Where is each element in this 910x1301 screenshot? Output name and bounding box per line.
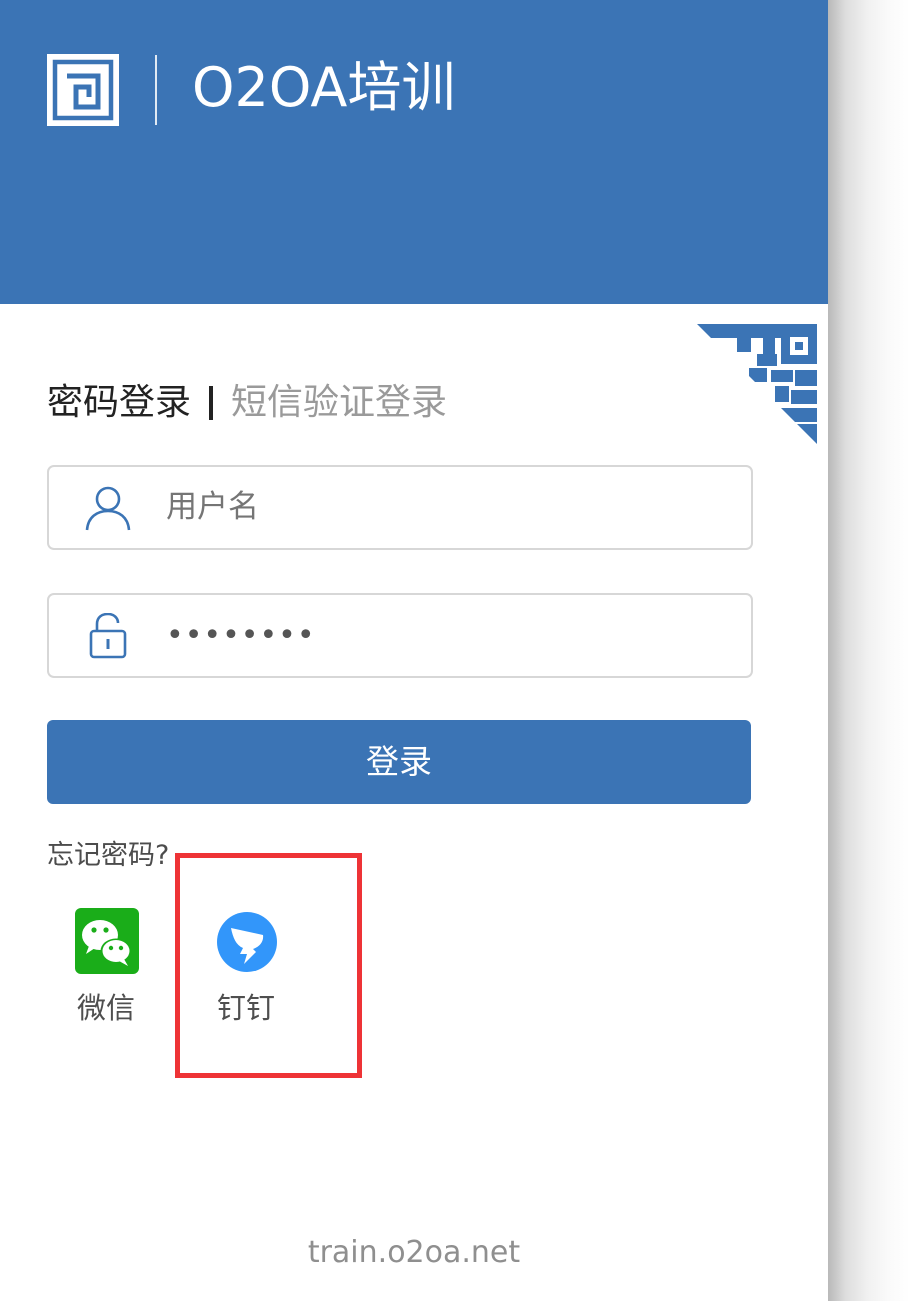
app-title: O2OA培训 <box>192 56 456 119</box>
username-input[interactable] <box>166 467 726 548</box>
username-field[interactable] <box>47 465 753 550</box>
login-button[interactable]: 登录 <box>47 720 751 804</box>
qr-code-corner-icon[interactable] <box>697 324 817 444</box>
wechat-label: 微信 <box>76 991 135 1025</box>
header-divider <box>155 55 157 125</box>
tab-separator <box>209 386 214 420</box>
password-input[interactable]: •••••••• <box>166 595 726 676</box>
tab-password-login[interactable]: 密码登录 <box>47 377 191 429</box>
o2oa-logo-icon <box>47 54 119 126</box>
tab-sms-login[interactable]: 短信验证登录 <box>231 377 447 429</box>
highlight-box <box>175 853 362 1078</box>
login-tabs: 密码登录 短信验证登录 <box>47 376 447 428</box>
login-page: O2OA培训 密码登录 短信验证登录 用户名 •••••••• 登录 忘记密码?… <box>0 0 910 1301</box>
wechat-icon <box>75 908 139 974</box>
lock-icon <box>89 613 127 659</box>
wechat-login-button[interactable]: 微信 <box>46 908 166 1028</box>
forgot-password-link[interactable]: 忘记密码? <box>47 834 169 878</box>
login-panel: O2OA培训 密码登录 短信验证登录 用户名 •••••••• 登录 忘记密码?… <box>0 0 828 1301</box>
footer-domain: train.o2oa.net <box>307 1235 521 1270</box>
password-field[interactable]: •••••••• <box>47 593 753 678</box>
header-banner: O2OA培训 <box>0 0 828 304</box>
panel-shadow <box>828 0 910 1301</box>
user-icon <box>85 486 131 531</box>
